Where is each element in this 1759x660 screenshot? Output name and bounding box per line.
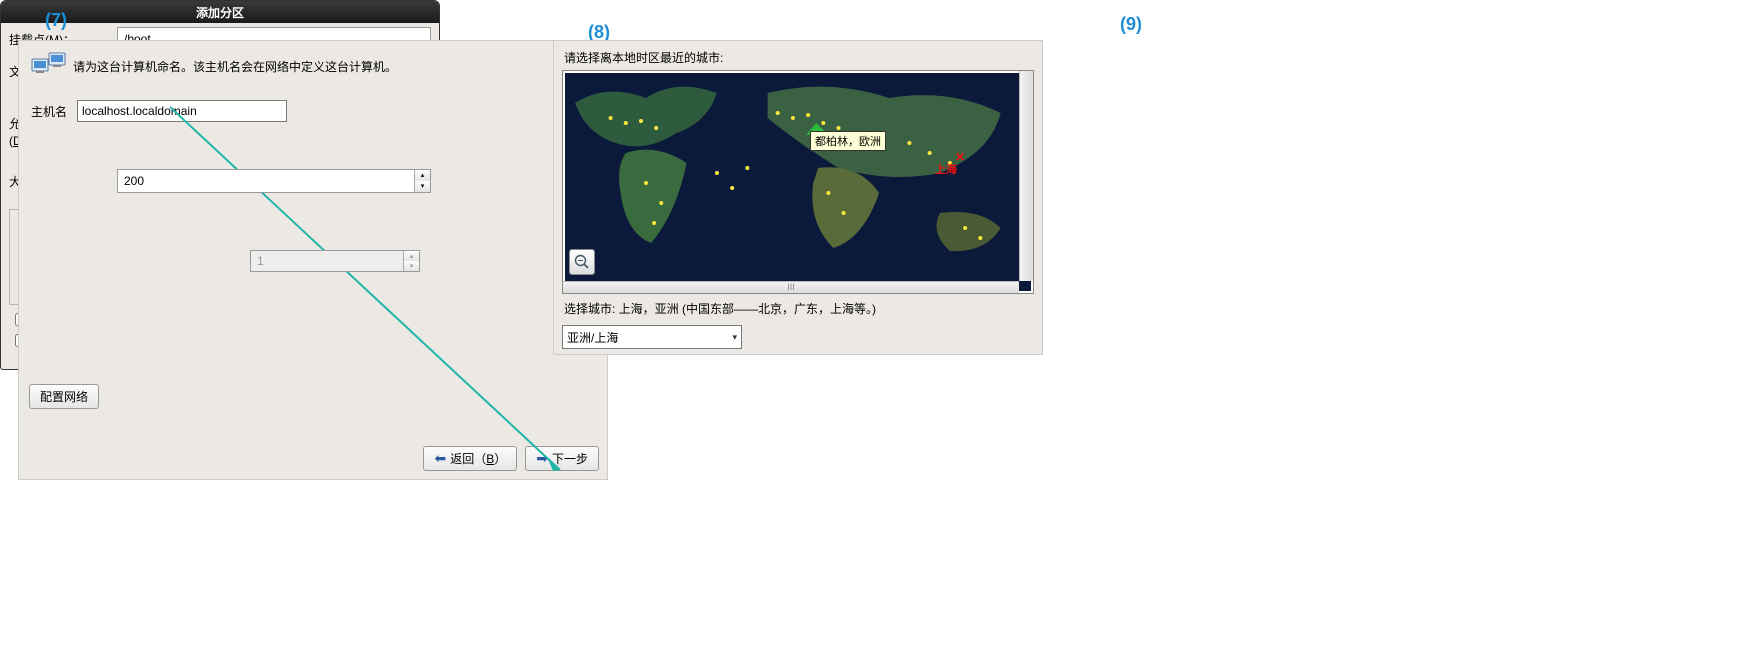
spin-down-icon[interactable]: ▾: [415, 181, 430, 192]
selected-city-row: 选择城市: 上海，亚洲 (中国东部——北京，广东，上海等。): [554, 294, 1042, 323]
timezone-panel: 请选择离本地时区最近的城市:: [553, 40, 1043, 355]
timezone-combobox[interactable]: 亚洲/上海 ▾: [562, 325, 742, 349]
world-map[interactable]: ✕ 都柏林，欧洲 上海: [565, 73, 1031, 291]
arrow-right-icon: ➡: [536, 450, 548, 467]
timezone-title: 请选择离本地时区最近的城市:: [554, 41, 1042, 70]
size-spinbox[interactable]: 200 ▴▾: [117, 169, 431, 193]
hostname-info-text: 请为这台计算机命名。该主机名会在网络中定义这台计算机。: [73, 58, 397, 75]
next-button[interactable]: ➡ 下一步: [525, 446, 599, 471]
map-vertical-scrollbar[interactable]: [1019, 71, 1033, 281]
step-number-9: (9): [1120, 14, 1142, 35]
computers-icon: [31, 51, 67, 82]
back-button[interactable]: ⬅ 返回（B）: [423, 446, 517, 471]
selected-city-value: 上海，亚洲 (中国东部——北京，广东，上海等。): [619, 302, 876, 316]
spin-up-icon[interactable]: ▴: [415, 170, 430, 181]
size-value: 200: [124, 174, 144, 188]
zoom-out-button[interactable]: [569, 249, 595, 275]
hostname-label: 主机名: [31, 103, 67, 120]
map-horizontal-scrollbar[interactable]: III: [563, 281, 1019, 293]
configure-network-button[interactable]: 配置网络: [29, 384, 99, 409]
hostname-info-row: 请为这台计算机命名。该主机名会在网络中定义这台计算机。: [19, 41, 607, 92]
timezone-value: 亚洲/上海: [567, 329, 618, 346]
timezone-map-container: ✕ 都柏林，欧洲 上海 III: [562, 70, 1034, 294]
dialog-title: 添加分区: [196, 4, 244, 21]
next-button-label: 下一步: [552, 450, 588, 467]
configure-network-label: 配置网络: [40, 388, 88, 405]
step-number-7: (7): [45, 10, 67, 31]
zoom-out-icon: [574, 254, 590, 270]
shanghai-marker-label: 上海: [935, 161, 957, 177]
spin-up-icon: ▴: [404, 251, 419, 261]
chevron-down-icon: ▾: [732, 332, 737, 343]
fill-size-spinbox: 1 ▴▾: [250, 250, 420, 272]
back-button-label: 返回（B）: [450, 450, 506, 467]
selected-city-label: 选择城市:: [564, 302, 619, 316]
hostname-input[interactable]: [77, 100, 287, 122]
city-tooltip: 都柏林，欧洲: [810, 131, 886, 151]
arrow-left-icon: ⬅: [434, 450, 446, 467]
hostname-row: 主机名: [19, 92, 607, 130]
spin-down-icon: ▾: [404, 261, 419, 271]
fill-size-value: 1: [257, 254, 264, 268]
